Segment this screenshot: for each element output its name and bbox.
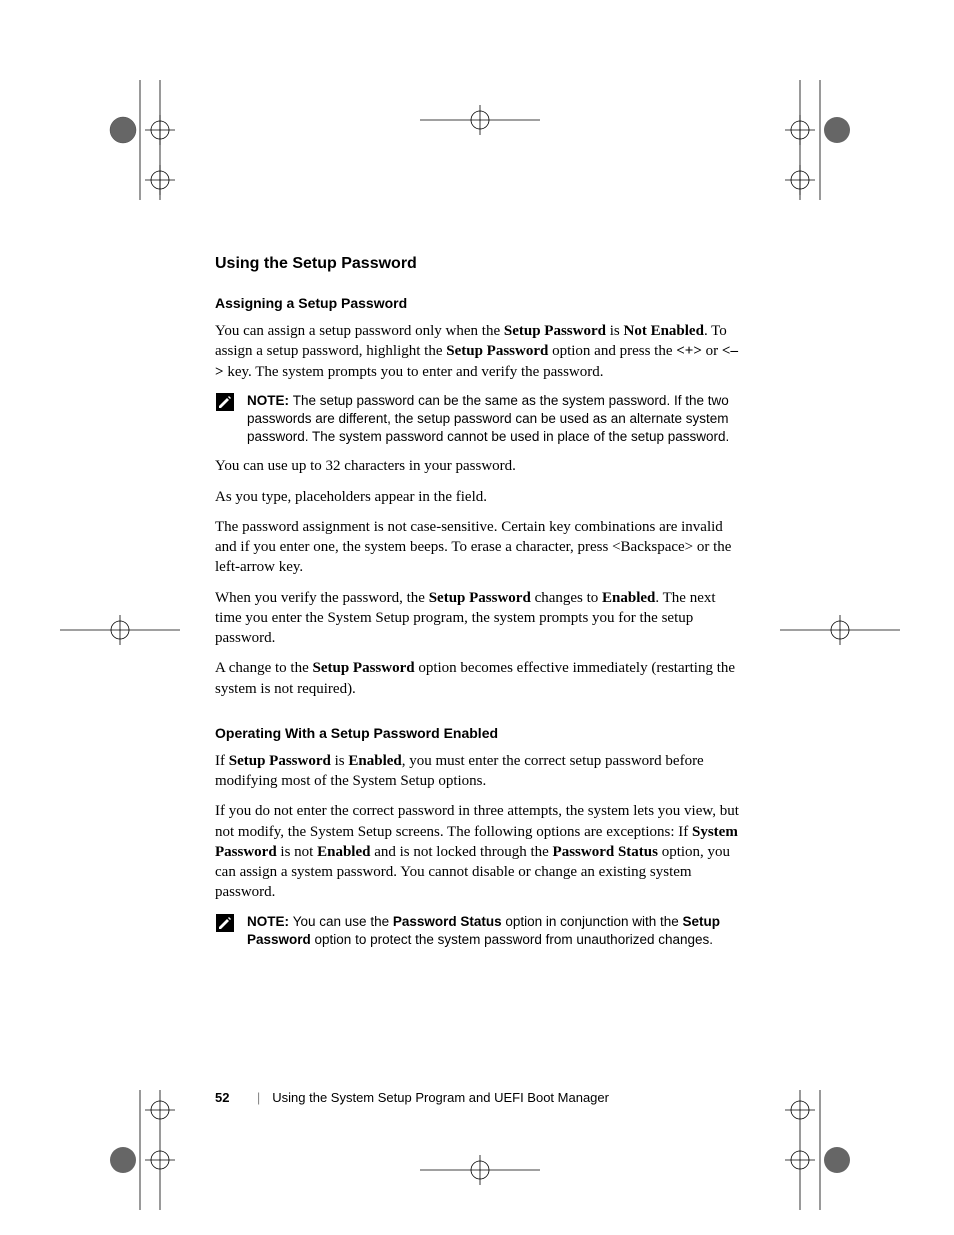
para-op-enabled: If Setup Password is Enabled, you must e…: [215, 751, 745, 792]
crop-mark-icon: [740, 80, 900, 200]
note-block-2: NOTE: You can use the Password Status op…: [215, 913, 745, 949]
note-text-1: NOTE: The setup password can be the same…: [247, 392, 745, 447]
para-placeholders: As you type, placeholders appear in the …: [215, 487, 745, 507]
note-pencil-icon: [215, 392, 237, 417]
crop-mark-icon: [420, 80, 540, 160]
heading-main: Using the Setup Password: [215, 255, 745, 273]
crop-mark-icon: [420, 1130, 540, 1210]
para-op-attempts: If you do not enter the correct password…: [215, 801, 745, 902]
page-content: Using the Setup Password Assigning a Set…: [215, 255, 745, 959]
note-text-2: NOTE: You can use the Password Status op…: [247, 913, 745, 949]
note-block-1: NOTE: The setup password can be the same…: [215, 392, 745, 447]
crop-mark-icon: [60, 600, 180, 660]
para-assign-intro: You can assign a setup password only whe…: [215, 321, 745, 382]
crop-mark-icon: [740, 1090, 900, 1210]
para-verify: When you verify the password, the Setup …: [215, 588, 745, 649]
footer-separator: |: [249, 1090, 269, 1105]
page-footer: 52 | Using the System Setup Program and …: [215, 1090, 745, 1105]
para-32chars: You can use up to 32 characters in your …: [215, 456, 745, 476]
footer-chapter: Using the System Setup Program and UEFI …: [272, 1090, 609, 1105]
heading-assigning: Assigning a Setup Password: [215, 295, 745, 311]
para-case-insensitive: The password assignment is not case-sens…: [215, 517, 745, 578]
heading-operating: Operating With a Setup Password Enabled: [215, 725, 745, 741]
note-pencil-icon: [215, 913, 237, 938]
crop-mark-icon: [60, 80, 220, 200]
para-effective: A change to the Setup Password option be…: [215, 658, 745, 699]
crop-mark-icon: [780, 600, 900, 660]
crop-mark-icon: [60, 1090, 220, 1210]
page-number: 52: [215, 1090, 245, 1105]
